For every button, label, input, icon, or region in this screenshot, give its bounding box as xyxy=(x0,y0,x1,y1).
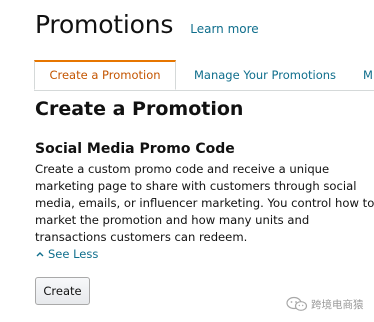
page-header: Promotions Learn more xyxy=(35,10,259,44)
see-less-link[interactable]: See Less xyxy=(35,247,98,261)
create-button[interactable]: Create xyxy=(35,277,90,305)
tab-truncated[interactable]: M xyxy=(363,60,373,90)
promo-card-description: Create a custom promo code and receive a… xyxy=(35,161,374,246)
chevron-up-icon xyxy=(36,252,44,257)
tab-manage-your-promotions[interactable]: Manage Your Promotions xyxy=(194,60,336,90)
promotion-tabs: Create a Promotion Manage Your Promotion… xyxy=(34,60,374,91)
wechat-icon xyxy=(286,296,308,311)
promo-card-title: Social Media Promo Code xyxy=(35,141,235,157)
watermark: 跨境电商猿 xyxy=(286,296,364,312)
description-line: marketing page to share with customers t… xyxy=(35,179,357,193)
description-line: media, emails, or influencer marketing. … xyxy=(35,196,374,210)
description-line: transactions customers can redeem. xyxy=(35,230,248,244)
description-line: Create a custom promo code and receive a… xyxy=(35,162,330,176)
description-line: market the promotion and how many units … xyxy=(35,213,310,227)
learn-more-link[interactable]: Learn more xyxy=(190,22,258,36)
tab-create-a-promotion[interactable]: Create a Promotion xyxy=(34,60,176,90)
page-title: Promotions xyxy=(35,10,174,39)
watermark-text: 跨境电商猿 xyxy=(311,298,364,311)
section-title: Create a Promotion xyxy=(35,98,244,120)
see-less-label: See Less xyxy=(48,247,99,261)
promotions-page: Promotions Learn more Create a Promotion… xyxy=(0,0,374,322)
